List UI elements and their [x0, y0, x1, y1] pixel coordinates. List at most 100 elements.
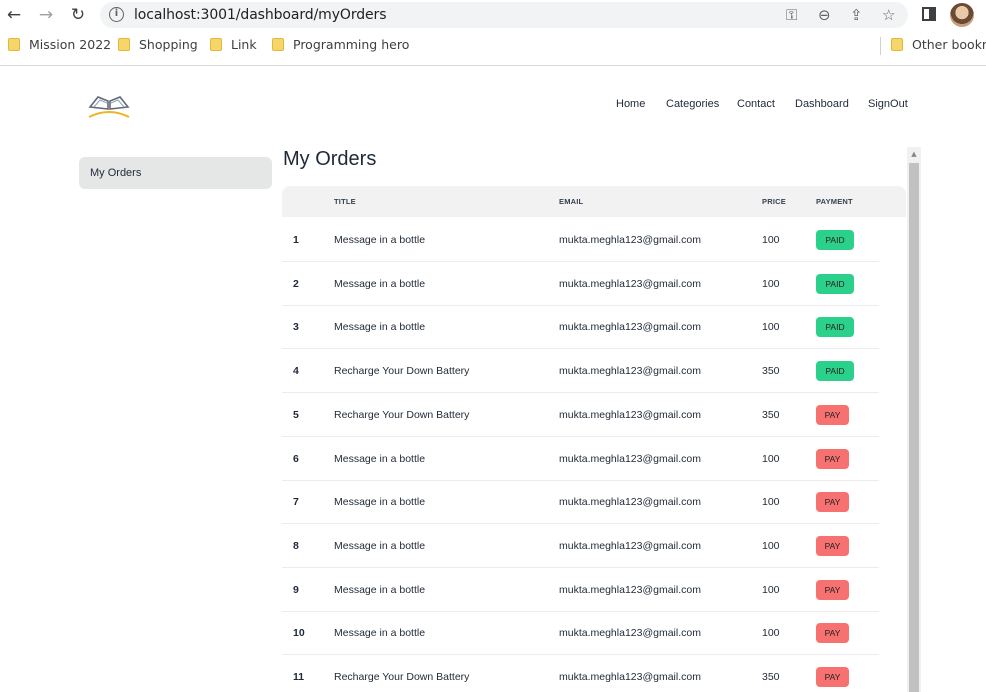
table-row: 2 Message in a bottle mukta.meghla123@gmai…: [282, 262, 879, 306]
order-price: 100: [762, 234, 780, 246]
table-row: 4 Recharge Your Down Battery mukta.meghla1…: [282, 349, 879, 394]
order-email: mukta.meghla123@gmail.com: [559, 321, 701, 334]
url-text[interactable]: localhost:3001/dashboard/myOrders: [134, 7, 386, 23]
bookmark-other[interactable]: Other bookma: [891, 37, 986, 55]
table-row: 10 Message in a bottle mukta.meghla123@gma…: [282, 611, 879, 656]
nav-contact[interactable]: Contact: [737, 98, 775, 110]
order-title: Recharge Your Down Battery: [334, 408, 470, 421]
scroll-up-arrow-icon[interactable]: ▲: [907, 147, 921, 161]
site-info-icon[interactable]: i: [109, 7, 124, 22]
table-row: 11 Recharge Your Down Battery mukta.meghla…: [282, 655, 879, 692]
address-bar[interactable]: i localhost:3001/dashboard/myOrders ⚿ ⊖ …: [100, 2, 908, 28]
order-title: Message in a bottle: [334, 452, 426, 465]
order-email: mukta.meghla123@gmail.com: [559, 277, 701, 290]
order-price: 100: [762, 583, 780, 596]
folder-icon: [891, 38, 903, 51]
paid-badge: PAID: [816, 317, 854, 338]
pay-button[interactable]: PAY: [816, 535, 849, 556]
profile-avatar[interactable]: [950, 3, 974, 27]
folder-icon: [118, 38, 130, 51]
order-title: Message in a bottle: [334, 234, 426, 246]
paid-badge: PAID: [816, 230, 854, 250]
order-email: mukta.meghla123@gmail.com: [559, 671, 701, 683]
nav-dashboard[interactable]: Dashboard: [795, 98, 849, 110]
row-number: 8: [293, 539, 299, 552]
order-title: Message in a bottle: [334, 583, 426, 596]
nav-signout[interactable]: SignOut: [868, 98, 908, 110]
table-header: TITLE EMAIL PRICE PAYMENT: [282, 186, 906, 217]
folder-icon: [8, 38, 20, 51]
pay-button[interactable]: PAY: [816, 492, 849, 513]
nav-home[interactable]: Home: [616, 98, 645, 110]
bookmark-link[interactable]: Link: [210, 37, 257, 55]
order-title: Message in a bottle: [334, 539, 426, 552]
scroll-thumb[interactable]: [909, 163, 919, 692]
header-payment: PAYMENT: [816, 197, 853, 206]
table-row: 3 Message in a bottle mukta.meghla123@gmai…: [282, 305, 879, 350]
paid-badge: PAID: [816, 273, 854, 294]
nav-categories[interactable]: Categories: [666, 98, 719, 110]
back-arrow-icon[interactable]: ←: [4, 5, 24, 25]
bookmark-programming-hero[interactable]: Programming hero: [272, 37, 409, 55]
bookmarks-bar: Mission 2022 Shopping Link Programming h…: [0, 33, 986, 59]
order-price: 100: [762, 452, 780, 465]
sidebar-item-my-orders[interactable]: My Orders: [79, 157, 272, 189]
pay-button[interactable]: PAY: [816, 667, 849, 687]
order-email: mukta.meghla123@gmail.com: [559, 539, 701, 552]
bookmark-star-icon[interactable]: ☆: [882, 6, 895, 24]
folder-icon: [272, 38, 284, 51]
order-price: 100: [762, 627, 780, 640]
bookmark-mission-2022[interactable]: Mission 2022: [8, 37, 111, 55]
table-row: 1 Message in a bottle mukta.meghla123@gmai…: [282, 218, 879, 262]
order-email: mukta.meghla123@gmail.com: [559, 583, 701, 596]
row-number: 7: [293, 496, 299, 509]
side-panel-icon[interactable]: [922, 7, 936, 21]
order-price: 100: [762, 539, 780, 552]
row-number: 6: [293, 452, 299, 465]
order-email: mukta.meghla123@gmail.com: [559, 627, 701, 640]
order-title: Message in a bottle: [334, 627, 426, 640]
header-title: TITLE: [334, 197, 356, 206]
order-title: Recharge Your Down Battery: [334, 671, 470, 683]
order-email: mukta.meghla123@gmail.com: [559, 452, 701, 465]
order-title: Message in a bottle: [334, 321, 426, 334]
pay-button[interactable]: PAY: [816, 623, 849, 644]
row-number: 11: [293, 671, 305, 683]
pay-button[interactable]: PAY: [816, 448, 849, 469]
row-number: 1: [293, 234, 299, 246]
order-title: Message in a bottle: [334, 277, 426, 290]
bookmark-shopping[interactable]: Shopping: [118, 37, 198, 55]
order-price: 350: [762, 365, 780, 378]
browser-chrome: ← → ↻ i localhost:3001/dashboard/myOrder…: [0, 0, 986, 66]
row-number: 10: [293, 627, 305, 640]
header-email: EMAIL: [559, 197, 584, 206]
folder-icon: [210, 38, 222, 51]
key-icon[interactable]: ⚿: [786, 6, 797, 24]
bookmarks-separator: [880, 37, 881, 55]
order-email: mukta.meghla123@gmail.com: [559, 496, 701, 509]
order-price: 100: [762, 496, 780, 509]
order-price: 100: [762, 277, 780, 290]
page-title: My Orders: [283, 148, 377, 170]
forward-arrow-icon[interactable]: →: [36, 5, 56, 25]
share-icon[interactable]: ⇪: [850, 6, 863, 24]
order-email: mukta.meghla123@gmail.com: [559, 234, 701, 246]
orders-table: TITLE EMAIL PRICE PAYMENT 1 Message in a …: [282, 186, 906, 692]
order-email: mukta.meghla123@gmail.com: [559, 408, 701, 421]
order-email: mukta.meghla123@gmail.com: [559, 365, 701, 378]
row-number: 2: [293, 277, 299, 290]
table-row: 8 Message in a bottle mukta.meghla123@gmai…: [282, 524, 879, 568]
table-row: 9 Message in a bottle mukta.meghla123@gmai…: [282, 568, 879, 612]
browser-toolbar: ← → ↻ i localhost:3001/dashboard/myOrder…: [0, 0, 986, 30]
pay-button[interactable]: PAY: [816, 579, 849, 600]
pay-button[interactable]: PAY: [816, 404, 849, 425]
page-scrollbar[interactable]: ▲: [907, 147, 921, 692]
zoom-icon[interactable]: ⊖: [818, 6, 831, 24]
row-number: 5: [293, 408, 299, 421]
order-title: Message in a bottle: [334, 496, 426, 509]
order-price: 350: [762, 671, 780, 683]
row-number: 4: [293, 365, 299, 378]
reload-icon[interactable]: ↻: [68, 5, 88, 25]
book-logo-icon[interactable]: [86, 91, 132, 121]
table-row: 7 Message in a bottle mukta.meghla123@gmai…: [282, 480, 879, 525]
